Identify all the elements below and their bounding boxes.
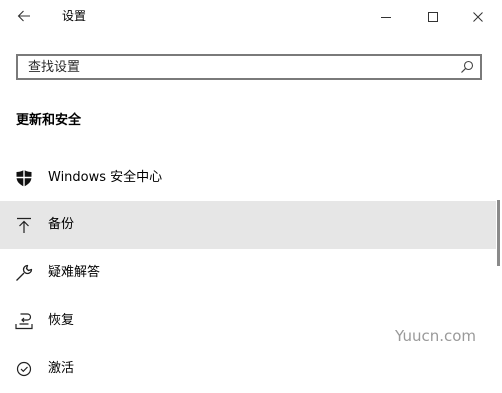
title-bar: 设置 [0, 0, 502, 34]
search-icon[interactable] [460, 60, 474, 74]
minimize-icon [381, 17, 391, 18]
search-box[interactable] [16, 54, 482, 80]
shield-icon [16, 170, 32, 187]
sidebar-item-troubleshoot[interactable]: 疑难解答 [0, 249, 496, 297]
maximize-button[interactable] [413, 2, 453, 32]
sidebar-item-backup[interactable]: 备份 [0, 201, 496, 249]
sidebar-item-label: 备份 [48, 217, 75, 232]
activation-icon [16, 361, 32, 377]
sidebar-item-label: 疑难解答 [48, 265, 101, 280]
window-title: 设置 [62, 9, 87, 23]
arrow-left-icon [17, 10, 30, 22]
watermark: Yuucn.com [395, 327, 477, 345]
maximize-icon [428, 12, 438, 22]
back-button[interactable] [8, 2, 40, 32]
sidebar-item-activation[interactable]: 激活 [0, 345, 496, 393]
search-input[interactable] [18, 56, 458, 78]
sidebar-item-label: Windows 安全中心 [48, 170, 163, 185]
sidebar-item-label: 激活 [48, 361, 75, 376]
backup-arrow-icon [17, 217, 31, 233]
scrollbar-thumb[interactable] [497, 200, 500, 266]
wrench-icon [16, 264, 33, 281]
section-title: 更新和安全 [16, 113, 82, 128]
recovery-icon [15, 313, 33, 330]
sidebar-item-label: 恢复 [48, 313, 75, 328]
close-icon [473, 12, 483, 22]
sidebar-item-windows-security[interactable]: Windows 安全中心 [0, 154, 496, 202]
minimize-button[interactable] [366, 2, 406, 32]
close-button[interactable] [458, 2, 498, 32]
